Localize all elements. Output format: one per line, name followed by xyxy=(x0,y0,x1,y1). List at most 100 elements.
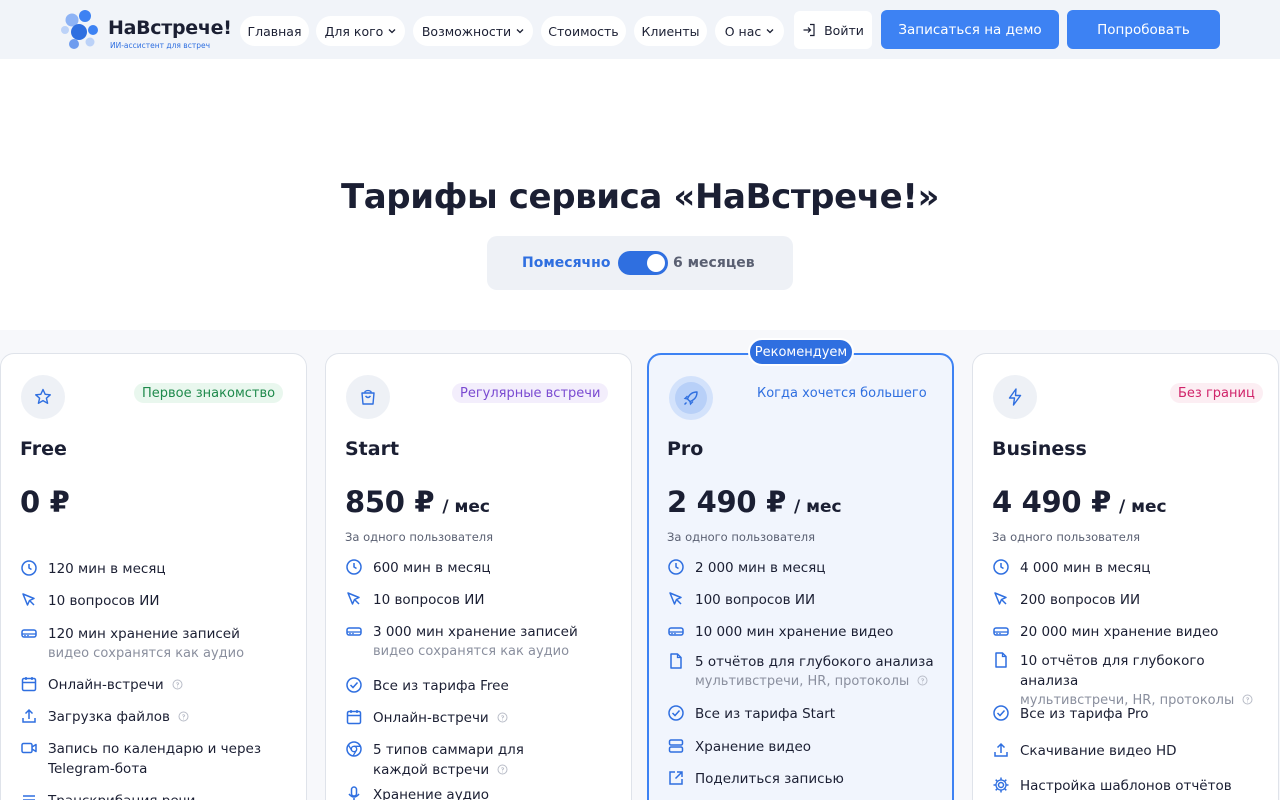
price-value: 0 ₽ xyxy=(20,485,70,519)
plan-name: Business xyxy=(992,438,1087,460)
nav-item-label: Клиенты xyxy=(641,23,700,39)
nav-item-home[interactable]: Главная xyxy=(240,16,309,46)
feature-subtext: мультивстречи, HR, протоколы xyxy=(695,674,910,689)
nav-item-clients[interactable]: Клиенты xyxy=(634,16,707,46)
plan-price: 0 ₽ xyxy=(20,485,70,519)
bolt-icon xyxy=(1008,388,1022,406)
feature-item: Все из тарифа Free xyxy=(345,676,615,696)
billing-6-months-label[interactable]: 6 месяцев xyxy=(673,255,755,271)
price-value: 850 ₽ xyxy=(345,485,435,519)
plan-card-free: Первое знакомство Free 0 ₽ 120 мин в мес… xyxy=(0,353,307,800)
calendar-icon xyxy=(21,677,37,692)
feature-text: 600 мин в месяц xyxy=(373,560,491,576)
plan-badge: Первое знакомство xyxy=(134,383,284,403)
nav-item-features[interactable]: Возможности xyxy=(413,16,533,46)
check-circle-icon xyxy=(668,705,684,721)
feature-text: 20 000 мин хранение видео xyxy=(1020,624,1219,640)
cursor-icon xyxy=(22,593,35,606)
login-icon xyxy=(803,23,815,37)
nav-item-about[interactable]: О нас xyxy=(715,16,784,46)
billing-switch[interactable] xyxy=(618,251,668,275)
cursor-icon xyxy=(669,592,682,605)
book-demo-label: Записаться на демо xyxy=(898,21,1042,38)
feature-item: 10 отчётов для глубокого анализа мультивс… xyxy=(992,651,1262,711)
share-icon xyxy=(669,771,683,785)
drive-icon xyxy=(668,627,684,636)
price-period: / мес xyxy=(442,497,490,517)
nav-item-label: О нас xyxy=(724,23,762,39)
plan-icon-badge xyxy=(21,375,65,419)
plan-name: Start xyxy=(345,438,400,460)
feature-text: 100 вопросов ИИ xyxy=(695,592,816,608)
plan-card-business: Без границ Business 4 490 ₽ / мес За одно… xyxy=(972,353,1279,800)
feature-item: 5 типов саммари для каждой встречи xyxy=(345,740,615,780)
price-period: / мес xyxy=(793,497,842,517)
brand-name: НаВстрече! xyxy=(108,17,232,39)
info-icon[interactable] xyxy=(917,675,928,686)
plan-card-pro: Когда хочется большего Pro 2 490 ₽ / мес … xyxy=(647,353,954,800)
nav-item-label: Для кого xyxy=(324,23,384,39)
nav-item-pricing[interactable]: Стоимость xyxy=(541,16,626,46)
recommended-badge: Рекомендуем xyxy=(748,338,854,366)
clock-icon xyxy=(346,559,362,575)
feature-item: Настройка шаблонов отчётов xyxy=(992,776,1262,796)
video-icon xyxy=(21,742,37,754)
plan-name: Pro xyxy=(667,438,704,460)
billing-monthly-label[interactable]: Помесячно xyxy=(522,255,610,271)
feature-text: Хранение видео xyxy=(695,739,812,755)
feature-item: 10 вопросов ИИ xyxy=(20,591,290,611)
price-note: За одного пользователя xyxy=(345,530,494,544)
rocket-icon xyxy=(683,391,698,406)
login-button[interactable]: Войти xyxy=(794,11,872,49)
list-icon xyxy=(23,795,35,800)
feature-item: 2 000 мин в месяц xyxy=(667,558,937,578)
feature-text: Поделиться записью xyxy=(695,771,844,787)
feature-text: 120 мин хранение записей xyxy=(48,626,240,642)
feature-item: Все из тарифа Pro xyxy=(992,704,1262,724)
upload-icon xyxy=(994,742,1008,757)
plan-icon-badge xyxy=(669,376,713,420)
feature-text: Настройка шаблонов отчётов xyxy=(1020,778,1232,794)
feature-item: 5 отчётов для глубокого анализа мультивст… xyxy=(667,652,937,692)
chevron-down-icon xyxy=(516,29,524,34)
info-icon[interactable] xyxy=(178,711,189,722)
chevron-down-icon xyxy=(388,29,396,34)
clock-icon xyxy=(21,560,37,576)
plan-card-start: Регулярные встречи Start 850 ₽ / мес За о… xyxy=(325,353,632,800)
feature-text: Загрузка файлов xyxy=(48,709,170,725)
upload-icon xyxy=(22,708,36,723)
try-label: Попробовать xyxy=(1097,21,1190,38)
feature-text: 200 вопросов ИИ xyxy=(1020,592,1141,608)
brand-logo[interactable]: НаВстрече! ИИ-ассистент для встреч xyxy=(60,8,232,54)
feature-text: 3 000 мин хранение записей xyxy=(373,624,578,640)
feature-item: Онлайн-встречи xyxy=(345,708,615,728)
feature-text: 120 мин в месяц xyxy=(48,561,166,577)
plan-price: 850 ₽ / мес xyxy=(345,485,490,519)
feature-item: Хранение аудио xyxy=(345,785,615,800)
nav-item-label: Возможности xyxy=(421,23,512,39)
info-icon[interactable] xyxy=(172,679,183,690)
feature-text: Все из тарифа Start xyxy=(695,706,836,722)
feature-text: Онлайн-встречи xyxy=(48,677,164,693)
info-icon[interactable] xyxy=(497,764,508,775)
try-button[interactable]: Попробовать xyxy=(1067,10,1220,49)
feature-item: Транскрибация речи xyxy=(20,791,290,800)
nav-item-for-whom[interactable]: Для кого xyxy=(316,16,405,46)
plan-price: 2 490 ₽ / мес xyxy=(667,485,842,519)
file-icon xyxy=(670,653,682,669)
chrome-icon xyxy=(346,741,362,757)
feature-item: 20 000 мин хранение видео xyxy=(992,622,1262,642)
plan-badge: Регулярные встречи xyxy=(452,383,609,403)
clock-icon xyxy=(993,559,1009,575)
feature-text: Запись по календарю и через Telegram-бот… xyxy=(48,741,261,777)
book-demo-button[interactable]: Записаться на демо xyxy=(881,10,1059,49)
feature-text: 2 000 мин в месяц xyxy=(695,560,826,576)
plan-icon-badge xyxy=(993,375,1037,419)
feature-subtext: видео сохранятся как аудио xyxy=(373,644,570,659)
feature-item: 4 000 мин в месяц xyxy=(992,558,1262,578)
feature-text: 5 отчётов для глубокого анализа xyxy=(695,654,934,670)
feature-item: 3 000 мин хранение записей видео сохранят… xyxy=(345,622,615,662)
feature-item: Поделиться записью xyxy=(667,769,937,789)
feature-item: Запись по календарю и через Telegram-бот… xyxy=(20,739,290,779)
info-icon[interactable] xyxy=(497,712,508,723)
